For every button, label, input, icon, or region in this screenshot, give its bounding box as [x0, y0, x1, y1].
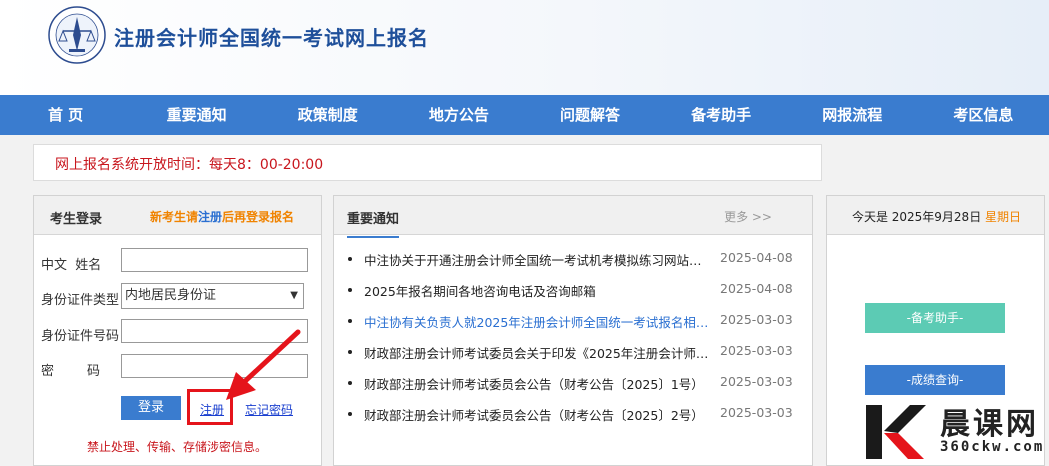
score-query-button[interactable]: -成绩查询- — [865, 365, 1005, 395]
notice-title[interactable]: 财政部注册会计师考试委员会关于印发《2025年注册会计师全国统一考试报名简章》的… — [364, 343, 712, 362]
name-row: 中文 姓名 — [34, 248, 323, 274]
bullet-icon — [348, 257, 352, 261]
notice-date: 2025-04-08 — [720, 250, 793, 265]
more-link[interactable]: 更多 >> — [724, 208, 772, 225]
nav-item-registration-process[interactable]: 网报流程 — [787, 95, 918, 135]
tip-prefix: 新考生请 — [150, 210, 199, 224]
list-item[interactable]: 中注协有关负责人就2025年注册会计师全国统一考试报名相关问题答记者问 2025… — [344, 310, 804, 341]
login-panel-header: 考生登录 新考生请注册后再登录报名 — [34, 196, 321, 235]
login-button[interactable]: 登录 — [121, 396, 181, 420]
watermark-name: 晨课网 — [940, 407, 1039, 442]
notice-list: 中注协关于开通注册会计师全国统一考试机考模拟练习网站的公告 2025-04-08… — [344, 248, 804, 434]
nav-item-exam-area-info[interactable]: 考区信息 — [918, 95, 1049, 135]
id-number-label: 身份证件号码 — [41, 329, 120, 344]
name-input[interactable] — [121, 248, 308, 272]
nav-item-policies[interactable]: 政策制度 — [262, 95, 393, 135]
notices-header: 重要通知 更多 >> — [334, 196, 812, 238]
confidentiality-warning: 禁止处理、传输、存储涉密信息。 — [87, 440, 268, 454]
id-type-row: 身份证件类型 内地居民身份证 ▼ — [34, 283, 323, 309]
list-item[interactable]: 财政部注册会计师考试委员会公告（财考公告〔2025〕1号） 2025-03-03 — [344, 372, 804, 403]
notice-title[interactable]: 2025年报名期间各地咨询电话及咨询邮箱 — [364, 281, 712, 300]
list-item[interactable]: 财政部注册会计师考试委员会关于印发《2025年注册会计师全国统一考试报名简章》的… — [344, 341, 804, 372]
main-nav: 首 页 重要通知 政策制度 地方公告 问题解答 备考助手 网报流程 考区信息 — [0, 95, 1049, 135]
notice-date: 2025-03-03 — [720, 405, 793, 420]
login-panel: 考生登录 新考生请注册后再登录报名 中文 姓名 身份证件类型 内地居民身份证 ▼… — [33, 195, 322, 466]
login-title: 考生登录 — [50, 212, 103, 227]
nav-item-exam-assistant[interactable]: 备考助手 — [656, 95, 787, 135]
password-label: 密 码 — [41, 364, 101, 379]
notice-title[interactable]: 财政部注册会计师考试委员会公告（财考公告〔2025〕2号） — [364, 405, 712, 424]
opening-hours-text: 网上报名系统开放时间：每天8：00-20:00 — [55, 157, 324, 173]
opening-hours-bar: 网上报名系统开放时间：每天8：00-20:00 — [33, 144, 822, 181]
bullet-icon — [348, 319, 352, 323]
new-candidate-tip: 新考生请注册后再登录报名 — [150, 208, 294, 225]
id-type-select[interactable]: 内地居民身份证 ▼ — [121, 283, 304, 309]
site-title: 注册会计师全国统一考试网上报名 — [114, 26, 429, 50]
date-panel-header: 今天是 2025年9月28日 星期日 — [827, 196, 1044, 235]
name-label: 中文 姓名 — [41, 258, 102, 273]
notice-title[interactable]: 财政部注册会计师考试委员会公告（财考公告〔2025〕1号） — [364, 374, 712, 393]
chevron-down-icon: ▼ — [290, 290, 298, 301]
register-link[interactable]: 注册 — [200, 401, 224, 418]
notice-date: 2025-03-03 — [720, 312, 793, 327]
id-type-value: 内地居民身份证 — [125, 288, 217, 303]
notice-date: 2025-04-08 — [720, 281, 793, 296]
bullet-icon — [348, 350, 352, 354]
bullet-icon — [348, 288, 352, 292]
notice-title[interactable]: 中注协有关负责人就2025年注册会计师全国统一考试报名相关问题答记者问 — [364, 312, 712, 331]
bullet-icon — [348, 412, 352, 416]
nav-item-home[interactable]: 首 页 — [0, 95, 131, 135]
list-item[interactable]: 2025年报名期间各地咨询电话及咨询邮箱 2025-04-08 — [344, 279, 804, 310]
cicpa-emblem-logo — [48, 6, 106, 64]
id-type-label: 身份证件类型 — [41, 293, 120, 308]
nav-item-local-announcements[interactable]: 地方公告 — [393, 95, 524, 135]
list-item[interactable]: 财政部注册会计师考试委员会公告（财考公告〔2025〕2号） 2025-03-03 — [344, 403, 804, 434]
site-header: 注册会计师全国统一考试网上报名 — [0, 0, 1049, 95]
weekday-text: 星期日 — [985, 210, 1022, 224]
forgot-password-link[interactable]: 忘记密码 — [245, 401, 293, 418]
watermark-k-logo — [866, 405, 926, 459]
bullet-icon — [348, 381, 352, 385]
tip-register-link[interactable]: 注册 — [198, 210, 222, 224]
watermark: 晨课网 360ckw.com — [862, 395, 1049, 466]
watermark-url: 360ckw.com — [940, 439, 1045, 455]
tip-suffix: 后再登录报名 — [222, 210, 295, 224]
notice-date: 2025-03-03 — [720, 343, 793, 358]
important-notices-panel: 重要通知 更多 >> 中注协关于开通注册会计师全国统一考试机考模拟练习网站的公告… — [333, 195, 813, 466]
date-text: 今天是 2025年9月28日 — [851, 210, 982, 224]
exam-assistant-button[interactable]: -备考助手- — [865, 303, 1005, 333]
list-item[interactable]: 中注协关于开通注册会计师全国统一考试机考模拟练习网站的公告 2025-04-08 — [344, 248, 804, 279]
nav-item-notices[interactable]: 重要通知 — [131, 95, 262, 135]
notice-date: 2025-03-03 — [720, 374, 793, 389]
nav-item-faq[interactable]: 问题解答 — [525, 95, 656, 135]
notice-title[interactable]: 中注协关于开通注册会计师全国统一考试机考模拟练习网站的公告 — [364, 250, 712, 269]
today-date: 今天是 2025年9月28日 星期日 — [827, 208, 1046, 225]
notices-title: 重要通知 — [347, 208, 400, 238]
